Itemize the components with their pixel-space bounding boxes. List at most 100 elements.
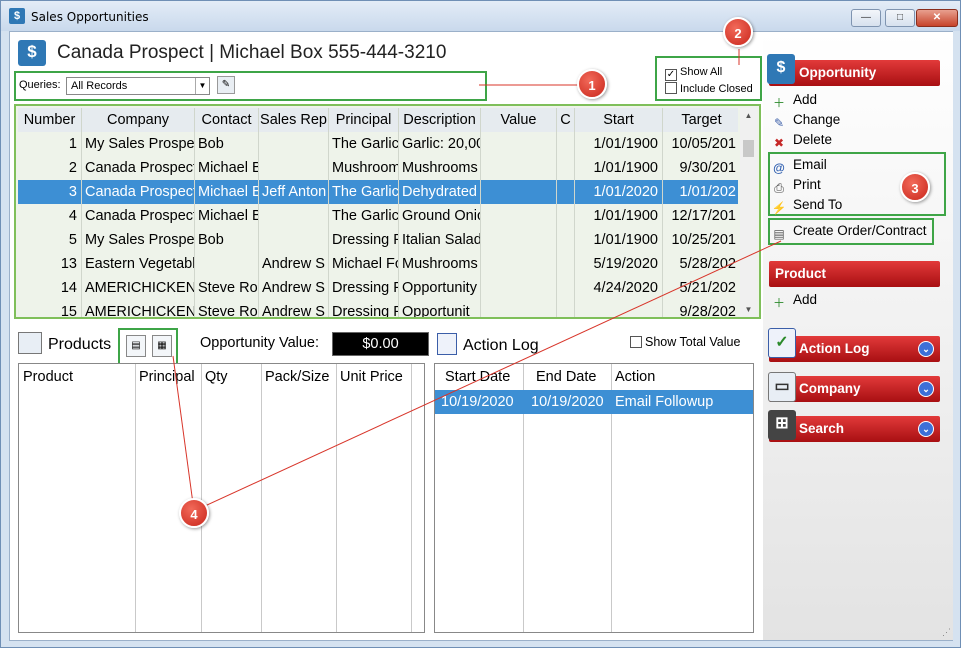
- column-header[interactable]: Pack/Size: [261, 364, 329, 390]
- column-header[interactable]: Description: [399, 108, 481, 132]
- table-cell: 1/01/2020: [575, 180, 663, 204]
- column-header[interactable]: Contact: [195, 108, 259, 132]
- column-header[interactable]: Sales Rep: [259, 108, 329, 132]
- scroll-thumb[interactable]: [743, 140, 754, 157]
- table-row[interactable]: 14 AMERICHICKEN Steve Ro Andrew S Dressing F…: [18, 276, 738, 300]
- expand-icon[interactable]: ⌄: [918, 381, 934, 397]
- table-cell: [481, 132, 557, 156]
- product-section-title: Product: [775, 266, 827, 281]
- table-cell: 1/01/1900: [575, 228, 663, 252]
- close-button[interactable]: ✕: [916, 9, 958, 27]
- table-cell: Michael Fo: [329, 252, 399, 276]
- edit-icon: ✎: [773, 116, 785, 130]
- column-header[interactable]: Number: [18, 108, 82, 132]
- products-icon: [18, 332, 42, 354]
- expand-icon[interactable]: ⌄: [918, 341, 934, 357]
- table-cell: [557, 156, 575, 180]
- table-cell: Eastern Vegetable: [82, 252, 195, 276]
- sidebar-item-email[interactable]: @ Email: [771, 155, 827, 175]
- table-cell: Andrew S: [259, 300, 329, 317]
- table-row[interactable]: 15 AMERICHICKEN Steve Ro Andrew S Dressing F…: [18, 300, 738, 317]
- table-cell: Garlic: 20,00: [399, 132, 481, 156]
- column-header[interactable]: Principal: [135, 364, 195, 390]
- table-cell: 2: [18, 156, 82, 180]
- sidebar-item-change[interactable]: ✎ Change: [771, 110, 840, 130]
- column-header[interactable]: Principal: [329, 108, 399, 132]
- edit-query-icon[interactable]: ✎: [217, 76, 235, 94]
- column-header[interactable]: Unit Price: [336, 364, 403, 390]
- minimize-button[interactable]: —: [851, 9, 881, 27]
- resize-grip-icon[interactable]: ⋰: [942, 627, 951, 638]
- table-cell: Canada Prospect: [82, 156, 195, 180]
- main-panel: $ Canada Prospect | Michael Box 555-444-…: [9, 31, 953, 641]
- column-divider: [135, 364, 136, 632]
- binoculars-icon: ⊞: [768, 410, 796, 440]
- sidebar-item-delete[interactable]: ✖ Delete: [771, 130, 832, 150]
- checkbox-icon[interactable]: [665, 82, 677, 94]
- table-cell: Mushrooms: [399, 156, 481, 180]
- column-header[interactable]: C: [557, 108, 575, 132]
- product-section-header[interactable]: Product: [769, 261, 940, 287]
- queries-select[interactable]: All Records ▼: [66, 77, 210, 95]
- app-window: $ Sales Opportunities — □ ✕ $ Canada Pro…: [0, 0, 961, 648]
- sidebar-item-add[interactable]: ＋ Add: [771, 90, 817, 110]
- table-cell: 5/21/202: [663, 276, 738, 300]
- scroll-down-icon[interactable]: ▼: [740, 302, 757, 317]
- chevron-down-icon[interactable]: ▼: [195, 78, 209, 94]
- show-all-checkbox[interactable]: ✓ Show All: [665, 66, 722, 81]
- table-header[interactable]: Number Company Contact Sales Rep Principal De…: [18, 108, 738, 132]
- column-header[interactable]: Value: [481, 108, 557, 132]
- table-row[interactable]: 5 My Sales Prospect Bob Dressing F Italian S…: [18, 228, 738, 252]
- table-row[interactable]: 3 Canada Prospect Michael B Jeff Anton The G…: [18, 180, 738, 204]
- sidebar-item-product-add[interactable]: ＋ Add: [771, 290, 817, 310]
- product-document-icon[interactable]: ▦: [152, 335, 172, 357]
- checkbox-icon[interactable]: [630, 336, 642, 348]
- table-row[interactable]: 13 Eastern Vegetable Andrew S Michael Fo Mus…: [18, 252, 738, 276]
- column-header[interactable]: Target: [663, 108, 738, 132]
- sidebar-item-label: Email: [793, 157, 827, 172]
- column-header[interactable]: End Date: [532, 364, 596, 390]
- grid-scrollbar[interactable]: ▲ ▼: [740, 108, 757, 317]
- expand-icon[interactable]: ⌄: [918, 421, 934, 437]
- table-row[interactable]: 1 My Sales Prospect Bob The Garlic Garlic: 2…: [18, 132, 738, 156]
- callout-badge-3: 3: [900, 172, 930, 202]
- table-cell: AMERICHICKEN: [82, 276, 195, 300]
- sidebar-item-print[interactable]: ⎙ Print: [771, 175, 821, 195]
- sidebar-item-send-to[interactable]: ⚡ Send To: [771, 195, 843, 215]
- column-header[interactable]: Qty: [201, 364, 228, 390]
- table-cell: Michael B: [195, 156, 259, 180]
- table-row[interactable]: 2 Canada Prospect Michael B Mushroom Mushroo…: [18, 156, 738, 180]
- table-cell: Andrew S: [259, 276, 329, 300]
- table-cell: [557, 252, 575, 276]
- column-divider: [411, 364, 412, 632]
- table-cell: [557, 228, 575, 252]
- action-log-header: Start Date End Date Action: [435, 364, 753, 390]
- products-table: Product Principal Qty Pack/Size Unit Pri…: [18, 363, 425, 633]
- create-order-contract-button[interactable]: ▤ Create Order/Contract: [771, 221, 926, 241]
- action-log-icon: [437, 333, 457, 355]
- column-header[interactable]: Start Date: [441, 364, 510, 390]
- column-header[interactable]: Action: [611, 364, 655, 390]
- add-icon: ＋: [772, 96, 785, 110]
- action-log-row[interactable]: 10/19/2020 10/19/2020 Email Followup: [435, 390, 753, 414]
- opportunity-value: $0.00: [332, 332, 429, 356]
- column-header[interactable]: Start: [575, 108, 663, 132]
- show-total-value-label: Show Total Value: [645, 335, 741, 349]
- add-icon: ＋: [772, 296, 785, 310]
- column-header[interactable]: Product: [19, 364, 73, 390]
- table-cell: The Garlic: [329, 204, 399, 228]
- table-cell: Dehydrated: [399, 180, 481, 204]
- table-cell: 14: [18, 276, 82, 300]
- table-row[interactable]: 4 Canada Prospect Michael B The Garlic Groun…: [18, 204, 738, 228]
- scroll-up-icon[interactable]: ▲: [740, 108, 757, 123]
- table-cell: [259, 156, 329, 180]
- show-total-value-checkbox[interactable]: Show Total Value: [630, 335, 740, 349]
- include-closed-checkbox[interactable]: Include Closed: [665, 82, 753, 95]
- check-icon[interactable]: ✓: [665, 69, 677, 81]
- table-cell: The Garlic: [329, 132, 399, 156]
- maximize-button[interactable]: □: [885, 9, 915, 27]
- table-cell: 9/28/202: [663, 300, 738, 317]
- column-header[interactable]: Company: [82, 108, 195, 132]
- action-cell: Email Followup: [615, 394, 714, 410]
- product-list-icon[interactable]: ▤: [126, 335, 146, 357]
